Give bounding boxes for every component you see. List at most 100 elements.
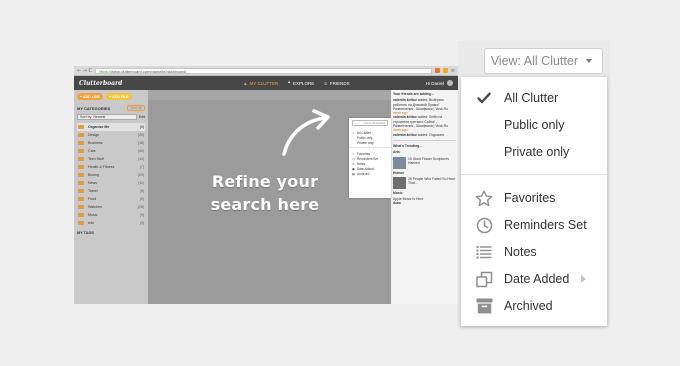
category-item[interactable]: Travel (5) [77,187,145,195]
mini-menu-item[interactable]: Private only [352,140,388,145]
category-name: Business [88,141,103,145]
folder-icon [78,125,84,129]
menu-item-label: All Clutter [504,91,559,105]
menu-item-date-added[interactable]: Date Added [461,266,607,292]
extension-icon[interactable] [434,68,440,73]
star-icon: ☆ [352,151,355,156]
friends-icon: ☺ [323,80,328,86]
view-filter-button[interactable]: View: All Clutter [484,48,603,74]
trend-item[interactable]: 15 Giant Flower Sculptures Hanked [393,156,456,169]
folder-icon [78,189,84,193]
sort-select[interactable]: Sort by: Newest [77,114,137,120]
trend-category: Humor [393,170,404,175]
menu-item-archived[interactable]: Archived [461,293,607,319]
category-name: Boxing [88,173,99,177]
menu-item-public-only[interactable]: Public only [461,112,607,138]
nav-explore[interactable]: ✦ EXPLORE [287,80,314,86]
avatar [447,80,453,86]
checkmark-icon: ✓ [352,130,355,135]
categories-sidebar: + ADD LINK + ADD FILE MY CATEGORIES View… [74,90,148,304]
mini-menu-label: Date Added [357,166,374,171]
edit-link[interactable]: Edit [139,115,145,119]
category-item[interactable]: Food (0) [77,195,145,203]
menu-item-label: Public only [504,118,565,132]
category-item[interactable]: Business (18) [77,139,145,147]
mini-menu-label: Favorites [357,151,371,156]
feed-item[interactable]: valentin.kirilov added: Выйграть работат… [393,98,456,111]
app-logo[interactable]: Clutterboard [79,80,207,87]
archive-icon [475,297,493,315]
feed-item[interactable]: valentin.kirilov added: Seifin na строит… [393,115,456,128]
menu-item-private-only[interactable]: Private only [461,139,607,165]
menu-item-all-clutter[interactable]: All Clutter [461,85,607,111]
browser-nav-buttons[interactable]: ← → C [77,68,92,74]
menu-item-reminders-set[interactable]: Reminders Set [461,212,607,238]
menu-divider [461,174,607,175]
category-item[interactable]: Design (26) [77,131,145,139]
tags-title[interactable]: MY TAGS [77,231,145,235]
menu-item-label: Date Added [504,272,570,286]
menu-icon[interactable]: ≡ [451,68,455,74]
category-item[interactable]: Organize Me (0) [77,123,145,131]
nav-label: EXPLORE [293,80,315,86]
feed-item[interactable]: valentin.kirilov added: Отдыхать [393,133,456,137]
category-count: (40) [137,149,144,153]
category-name: Tech Stuff [88,157,104,161]
notes-icon [475,243,493,261]
menu-item-label: Archived [504,299,553,313]
category-item[interactable]: Boxing (20) [77,171,145,179]
category-item[interactable]: News (11) [77,179,145,187]
category-item[interactable]: Tech Stuff (14) [77,155,145,163]
submenu-arrow-icon [581,275,586,283]
checkmark-icon [475,89,493,107]
category-count: (20) [137,173,144,177]
extension-icon[interactable] [442,68,448,73]
category-name: Cars [88,149,96,153]
category-count: (5) [139,189,144,193]
feed-user: valentin.kirilov [393,132,417,137]
caret-down-icon [586,59,592,63]
menu-item-notes[interactable]: Notes [461,239,607,265]
trend-category: Music [393,190,403,195]
trend-thumbnail [393,156,406,169]
view-all-button[interactable]: View All [127,105,145,111]
trending-heading: What's Trending... [393,143,423,148]
nav-friends[interactable]: ☺ FRIENDS [323,80,349,86]
mini-menu-divider [349,147,391,148]
category-name: Food [88,197,97,201]
category-count: (9) [139,213,144,217]
add-link-button[interactable]: + ADD LINK [77,93,104,100]
address-bar[interactable]: https://www.clutterboard.com/danielle/da… [95,67,432,74]
folder-icon [78,181,84,185]
user-greeting: Hi Daniel [425,80,444,86]
trend-category: Auto [393,201,401,206]
mini-menu-label: All Clutter [357,130,371,135]
nav-my-clutter[interactable]: ▲ MY CLUTTER [243,80,278,86]
menu-item-label: Favorites [504,191,556,205]
trend-category: Arts [393,150,400,155]
folder-icon [78,133,84,137]
category-item[interactable]: Health & Fitness (7) [77,163,145,171]
add-file-button[interactable]: + ADD FILE [106,93,132,100]
nav-label: FRIENDS [329,80,350,86]
app-nav: ▲ MY CLUTTER ✦ EXPLORE ☺ FRIENDS [207,80,426,86]
category-item[interactable]: Info (3) [77,219,145,227]
mini-view-button[interactable]: View: All Clutter [352,120,388,126]
folder-icon [78,165,84,169]
category-name: Organize Me [88,125,110,129]
user-menu[interactable]: Hi Daniel [426,80,453,86]
category-item[interactable]: Music (9) [77,211,145,219]
category-count: (18) [137,141,144,145]
nav-label: MY CLUTTER [249,80,279,86]
category-name: Health & Fitness [88,165,115,169]
category-item[interactable]: Cars (40) [77,147,145,155]
menu-item-favorites[interactable]: Favorites [461,185,607,211]
trend-item[interactable]: 25 People Who Failed So Hard That... [393,176,456,189]
callout-line-2: search here [210,195,320,214]
category-count: (26) [137,133,144,137]
category-item[interactable]: Watches (26) [77,203,145,211]
category-count: (3) [139,221,144,225]
mini-menu-item[interactable]: ▤ Archived [352,171,388,176]
panel-divider [393,139,456,141]
folder-icon [78,205,84,209]
